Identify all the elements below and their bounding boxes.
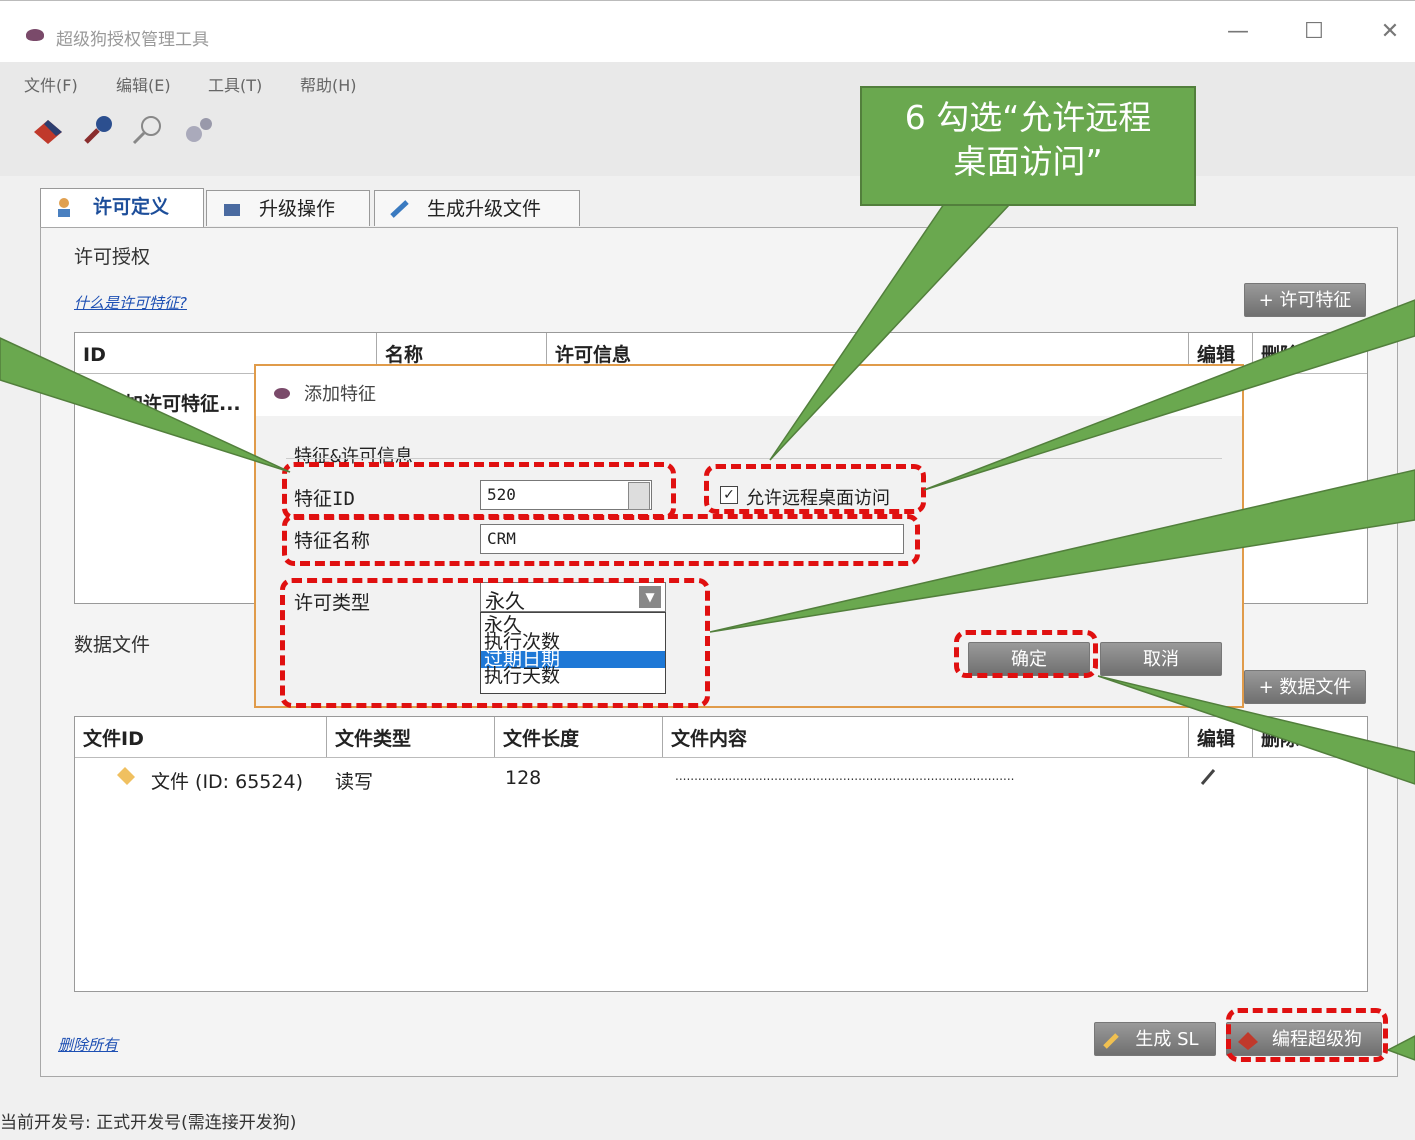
program-dog-icon[interactable] [30, 112, 66, 148]
add-feature-button[interactable]: + 许可特征 [1244, 283, 1366, 317]
tab-label: 生成升级文件 [427, 198, 542, 220]
menu-help[interactable]: 帮助(H) [300, 72, 357, 96]
app-icon [274, 388, 290, 399]
what-is-feature-link[interactable]: 什么是许可特征? [74, 292, 187, 313]
add-data-file-button[interactable]: + 数据文件 [1244, 670, 1366, 704]
col-delete[interactable]: 删除 [1253, 333, 1367, 373]
divider [286, 458, 1222, 459]
license-section-title: 许可授权 [74, 246, 151, 268]
col-edit[interactable]: 编辑 [1189, 717, 1253, 757]
minimize-button[interactable]: — [1218, 19, 1258, 44]
table-row[interactable]: 文件 (ID: 65524) 读写 128 ..................… [75, 761, 1365, 795]
app-icon [26, 29, 44, 41]
file-icon [117, 767, 135, 785]
user-icon [58, 198, 70, 217]
pencil-icon[interactable] [1199, 767, 1219, 787]
search-icon[interactable] [130, 112, 166, 148]
tab-upgrade-operation[interactable]: 升级操作 [206, 190, 370, 226]
highlight-ok-button [954, 630, 1098, 678]
button-label: 生成 SL [1135, 1029, 1199, 1050]
menu-edit[interactable]: 编辑(E) [116, 72, 171, 96]
highlight-program-button [1226, 1008, 1388, 1062]
file-type-cell: 读写 [335, 771, 374, 793]
gear-icon[interactable] [180, 112, 216, 148]
status-bar: 当前开发号: 正式开发号(需连接开发狗) [0, 1113, 297, 1133]
key-icon[interactable] [80, 112, 116, 148]
generate-icon [390, 200, 409, 218]
highlight-feature-id [282, 462, 676, 520]
col-delete[interactable]: 删除 [1253, 717, 1367, 757]
highlight-remote-desktop [704, 464, 926, 514]
menu-file[interactable]: 文件(F) [24, 72, 78, 96]
col-file-length[interactable]: 文件长度 [495, 717, 663, 757]
title-bar: 超级狗授权管理工具 — ☐ ✕ [0, 0, 1415, 63]
window-title: 超级狗授权管理工具 [56, 30, 209, 50]
tab-generate-upgrade-file[interactable]: 生成升级文件 [374, 190, 580, 226]
col-file-type[interactable]: 文件类型 [327, 717, 495, 757]
file-content-cell: ........................................… [675, 769, 1015, 783]
upgrade-icon [224, 204, 240, 216]
highlight-license-type [280, 578, 710, 708]
data-grid: 文件ID 文件类型 文件长度 文件内容 编辑 删除 文件 (ID: 65524)… [74, 716, 1368, 992]
file-length-cell: 128 [505, 767, 542, 789]
maximize-button[interactable]: ☐ [1294, 19, 1334, 44]
col-file-id[interactable]: 文件ID [75, 717, 327, 757]
close-button[interactable]: ✕ [1370, 19, 1410, 44]
tab-label: 升级操作 [259, 198, 336, 220]
data-section-title: 数据文件 [74, 634, 151, 656]
tab-license-definition[interactable]: 许可定义 [40, 188, 204, 228]
cancel-button[interactable]: 取消 [1100, 642, 1222, 676]
delete-all-link[interactable]: 删除所有 [58, 1034, 118, 1055]
callout-line-2: 桌面访问” [953, 142, 1103, 181]
wrench-icon [1103, 1033, 1119, 1049]
dialog-title: 添加特征 [304, 384, 376, 405]
callout-line-1: 6 勾选“允许远程 [904, 98, 1152, 137]
callout-step-6: 6 勾选“允许远程 桌面访问” [860, 86, 1196, 206]
add-feature-row[interactable]: 添加许可特征... [105, 389, 241, 416]
highlight-feature-name [282, 514, 920, 566]
col-file-content[interactable]: 文件内容 [663, 717, 1189, 757]
file-id-cell: 文件 (ID: 65524) [151, 771, 303, 793]
tab-label: 许可定义 [93, 196, 170, 218]
dialog-title-bar: 添加特征 [256, 366, 1242, 416]
data-grid-header: 文件ID 文件类型 文件长度 文件内容 编辑 删除 [75, 717, 1367, 758]
menu-tools[interactable]: 工具(T) [208, 72, 262, 96]
